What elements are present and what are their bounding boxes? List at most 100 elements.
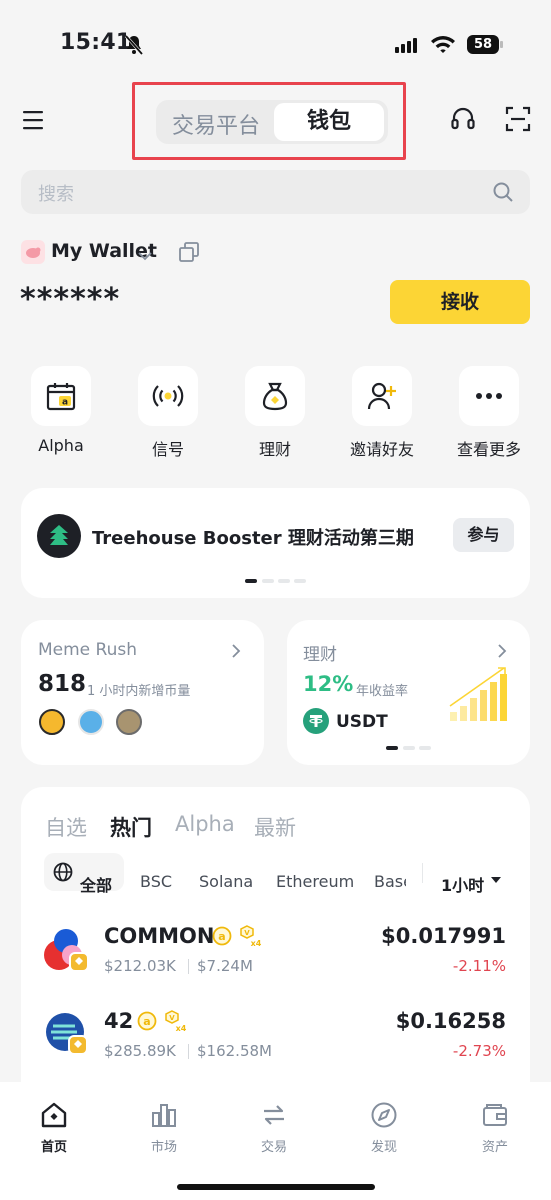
volume-multiplier-badge-icon: Vx4 xyxy=(164,1010,187,1036)
wallet-balance-masked[interactable]: ****** xyxy=(20,282,120,317)
chain-filter-solana[interactable]: Solana xyxy=(199,872,253,891)
token-market-cap: $162.58M xyxy=(197,1042,272,1060)
token-change: -2.11% xyxy=(452,957,506,975)
nav-assets[interactable]: 资产 xyxy=(455,1136,535,1155)
svg-text:x4: x4 xyxy=(176,1024,186,1032)
svg-text:V: V xyxy=(244,929,250,937)
mute-bell-icon xyxy=(124,34,144,60)
headset-icon[interactable] xyxy=(450,106,476,136)
quick-action-label: 信号 xyxy=(151,440,184,459)
earn-title: 理财 xyxy=(303,645,337,665)
quick-action-alpha[interactable]: a xyxy=(31,366,91,426)
quick-action-label: 查看更多 xyxy=(456,440,521,459)
tab-alpha[interactable]: Alpha xyxy=(175,812,235,836)
alpha-badge-icon: a xyxy=(137,1011,157,1035)
token-volume: $285.89K xyxy=(104,1042,176,1060)
meme-token-avatar xyxy=(39,709,65,735)
home-indicator xyxy=(177,1184,375,1190)
trade-swap-icon[interactable] xyxy=(254,1098,294,1132)
usdt-icon xyxy=(303,708,329,734)
annotation-highlight-box xyxy=(132,82,406,160)
copy-icon[interactable] xyxy=(178,241,200,267)
common-token-logo-icon xyxy=(42,927,92,977)
wallet-avatar-icon xyxy=(21,240,45,264)
banner-title: Treehouse Booster 理财活动第三期 xyxy=(92,528,414,549)
quick-action-invite[interactable] xyxy=(352,366,412,426)
svg-text:x4: x4 xyxy=(251,939,261,947)
search-input[interactable] xyxy=(21,170,530,214)
carousel-dot xyxy=(419,746,431,750)
earn-asset: USDT xyxy=(336,712,388,732)
join-button[interactable]: 参与 xyxy=(453,518,514,552)
meme-token-avatar xyxy=(78,709,104,735)
wifi-icon xyxy=(430,34,456,58)
chain-filter-bsc[interactable]: BSC xyxy=(140,872,172,891)
tab-newest[interactable]: 最新 xyxy=(254,812,296,842)
stat-divider xyxy=(188,1044,189,1059)
new-token-count: 818 xyxy=(38,671,87,697)
nav-home[interactable]: 首页 xyxy=(14,1136,94,1155)
carousel-dot-active xyxy=(386,746,398,750)
chain-filter-base[interactable]: Base xyxy=(374,872,406,891)
token-price: $0.017991 xyxy=(381,924,506,948)
carousel-dot xyxy=(262,579,274,583)
timeframe-select[interactable]: 1小时 xyxy=(441,872,484,896)
tab-hot[interactable]: 热门 xyxy=(110,812,152,842)
earn-growth-bars-icon xyxy=(448,664,512,726)
carousel-dot-active xyxy=(245,579,257,583)
signal-icon xyxy=(152,385,184,407)
chain-filter-divider xyxy=(422,863,423,883)
chain-filter-scroll: Base xyxy=(374,868,406,894)
stat-divider xyxy=(188,959,189,974)
globe-icon xyxy=(53,862,73,886)
quick-action-earn[interactable] xyxy=(245,366,305,426)
chevron-right-icon[interactable] xyxy=(231,643,241,663)
nav-discover[interactable]: 发现 xyxy=(344,1136,424,1155)
carousel-dot xyxy=(278,579,290,583)
more-icon xyxy=(476,393,502,399)
chain-filter-ethereum[interactable]: Ethereum xyxy=(276,872,354,891)
money-bag-icon xyxy=(262,382,288,411)
alpha-calendar-icon: a xyxy=(46,383,76,411)
battery-tip xyxy=(500,41,503,48)
nav-trade[interactable]: 交易 xyxy=(234,1136,314,1155)
status-time: 15:41 xyxy=(60,30,132,55)
search-placeholder: 搜索 xyxy=(38,184,74,205)
token-change: -2.73% xyxy=(452,1042,506,1060)
earn-apr-caption: 年收益率 xyxy=(356,684,409,699)
token-price: $0.16258 xyxy=(395,1009,506,1033)
receive-button[interactable]: 接收 xyxy=(390,280,530,324)
token-volume: $212.03K xyxy=(104,957,176,975)
meme-token-avatar xyxy=(116,709,142,735)
scan-icon[interactable] xyxy=(505,106,531,136)
quick-action-label: Alpha xyxy=(38,436,84,455)
nav-markets[interactable]: 市场 xyxy=(124,1136,204,1155)
treehouse-logo-icon xyxy=(37,514,81,558)
discover-compass-icon[interactable] xyxy=(364,1098,404,1132)
assets-wallet-icon[interactable] xyxy=(475,1098,515,1132)
tab-watchlist[interactable]: 自选 xyxy=(45,812,87,842)
token-name: COMMON xyxy=(104,924,215,948)
quick-action-label: 邀请好友 xyxy=(349,440,414,459)
chevron-right-icon[interactable] xyxy=(497,643,507,663)
home-icon[interactable] xyxy=(34,1098,74,1132)
alpha-badge-icon: a xyxy=(212,926,232,950)
chain-filter-all-label: 全部 xyxy=(80,876,113,895)
markets-icon[interactable] xyxy=(144,1098,184,1132)
caret-down-icon[interactable] xyxy=(490,869,502,888)
quick-action-more[interactable] xyxy=(459,366,519,426)
menu-icon[interactable] xyxy=(23,110,45,134)
cellular-signal-icon xyxy=(395,37,419,53)
quick-action-signal[interactable] xyxy=(138,366,198,426)
meme-rush-title: Meme Rush xyxy=(38,640,138,660)
42-token-logo-icon xyxy=(45,1012,91,1062)
svg-text:a: a xyxy=(218,930,225,943)
quick-action-label: 理财 xyxy=(258,440,291,459)
svg-text:a: a xyxy=(62,398,68,408)
token-market-cap: $7.24M xyxy=(197,957,253,975)
svg-text:a: a xyxy=(143,1015,150,1028)
invite-friend-icon xyxy=(367,382,396,410)
chevron-down-icon[interactable] xyxy=(138,246,152,265)
search-icon xyxy=(492,181,514,207)
svg-text:V: V xyxy=(169,1014,175,1022)
